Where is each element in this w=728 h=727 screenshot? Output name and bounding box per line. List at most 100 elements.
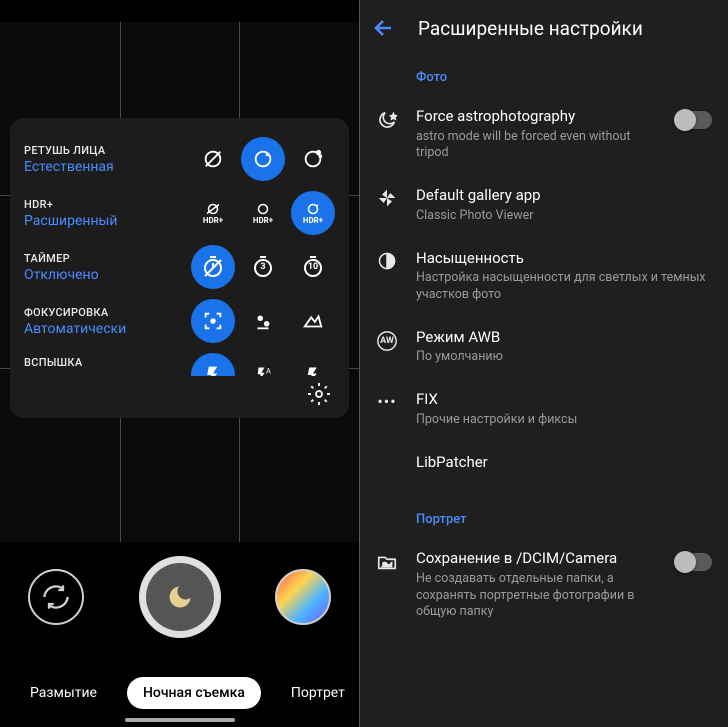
setting-title: РЕТУШЬ ЛИЦА	[24, 144, 144, 157]
shutter-inner	[146, 563, 214, 631]
mode-blur[interactable]: Размытие	[14, 677, 113, 709]
pref-gallery[interactable]: Default gallery app Classic Photo Viewer	[360, 174, 728, 236]
more-dots-icon: •••	[374, 390, 400, 411]
focus-near-icon[interactable]	[241, 299, 285, 343]
focus-far-icon[interactable]	[291, 299, 335, 343]
controls-row	[0, 542, 359, 638]
pref-awb[interactable]: AW Режим AWB По умолчанию	[360, 316, 728, 378]
pref-title: Default gallery app	[416, 186, 712, 206]
timer-10-label: 10	[308, 262, 318, 272]
timer-off-icon[interactable]	[191, 245, 235, 289]
pref-text: Насыщенность Настройка насыщенности для …	[416, 249, 712, 304]
retouch-off-icon[interactable]	[191, 137, 235, 181]
setting-title: ВСПЫШКА	[24, 356, 144, 369]
svg-text:A: A	[266, 367, 271, 376]
setting-value: Автоматически	[24, 321, 144, 337]
pref-libpatcher[interactable]: LibPatcher	[360, 441, 728, 485]
pref-fix[interactable]: ••• FIX Прочие настройки и фиксы	[360, 378, 728, 440]
timer-3s-icon[interactable]: 3	[241, 245, 285, 289]
hdr-label: HDR+	[253, 216, 273, 225]
setting-labels: ФОКУСИРОВКА Автоматически	[24, 306, 144, 337]
timer-10s-icon[interactable]: 10	[291, 245, 335, 289]
pref-title: LibPatcher	[416, 453, 712, 473]
gear-row	[10, 376, 349, 408]
setting-options: 3 10	[144, 245, 335, 289]
settings-header: Расширенные настройки	[360, 0, 728, 56]
setting-hdr: HDR+ Расширенный HDR+ HDR+ HDR+	[10, 186, 349, 240]
dots-text: •••	[377, 392, 396, 411]
flash-auto-icon[interactable]: A	[241, 353, 285, 376]
hdr-label: HDR+	[303, 216, 323, 225]
moon-icon	[166, 583, 194, 611]
setting-labels: ТАЙМЕР Отключено	[24, 252, 144, 283]
pref-sub: Прочие настройки и фиксы	[416, 412, 712, 429]
hdr-on-icon[interactable]: HDR+	[241, 191, 285, 235]
setting-value: Расширенный	[24, 213, 144, 229]
gallery-thumbnail[interactable]	[275, 569, 331, 625]
blank-icon	[374, 453, 400, 455]
camera-modes[interactable]: Размытие Ночная съемка Портрет Ка	[0, 677, 359, 709]
hdr-off-icon[interactable]: HDR+	[191, 191, 235, 235]
home-indicator[interactable]	[125, 718, 235, 722]
pref-sub: astro mode will be forced even without t…	[416, 129, 660, 163]
focus-auto-icon[interactable]	[191, 299, 235, 343]
moon-star-icon	[374, 107, 400, 131]
setting-options	[144, 299, 335, 343]
advanced-settings-screen: Расширенные настройки Фото Force astroph…	[360, 0, 728, 727]
flash-on-icon[interactable]	[291, 353, 335, 376]
camera-bottom-bar: Размытие Ночная съемка Портрет Ка	[0, 542, 359, 727]
setting-title: ФОКУСИРОВКА	[24, 306, 144, 319]
pref-astro[interactable]: Force astrophotography astro mode will b…	[360, 95, 728, 174]
status-bar	[0, 0, 359, 22]
settings-title: Расширенные настройки	[418, 17, 643, 40]
pinwheel-icon	[374, 186, 400, 208]
pref-sub: Не создавать отдельные папки, а сохранят…	[416, 571, 660, 622]
pref-title: FIX	[416, 390, 712, 410]
pref-sub: По умолчанию	[416, 349, 712, 366]
camera-screen: РЕТУШЬ ЛИЦА Естественная HDR+ Расширенны…	[0, 0, 360, 727]
setting-flash: ВСПЫШКА A	[10, 348, 349, 376]
quick-settings-panel: РЕТУШЬ ЛИЦА Естественная HDR+ Расширенны…	[10, 118, 349, 418]
setting-value: Отключено	[24, 267, 144, 283]
shutter-button[interactable]	[139, 556, 221, 638]
pref-sub: Classic Photo Viewer	[416, 208, 712, 225]
settings-gear-icon[interactable]	[307, 382, 331, 406]
pref-title: Сохранение в /DCIM/Camera	[416, 549, 660, 569]
pref-title: Force astrophotography	[416, 107, 660, 127]
setting-labels: ВСПЫШКА	[24, 356, 144, 369]
settings-body[interactable]: Фото Force astrophotography astro mode w…	[360, 56, 728, 633]
setting-labels: РЕТУШЬ ЛИЦА Естественная	[24, 144, 144, 175]
hdr-enhanced-icon[interactable]: HDR+	[291, 191, 335, 235]
pref-sub: Настройка насыщенности для светлых и тем…	[416, 270, 712, 304]
pref-text: Режим AWB По умолчанию	[416, 328, 712, 366]
setting-options: HDR+ HDR+ HDR+	[144, 191, 335, 235]
pref-text: Default gallery app Classic Photo Viewer	[416, 186, 712, 224]
toggle-dcim[interactable]	[676, 553, 712, 571]
setting-options: A	[144, 353, 335, 371]
hdr-label: HDR+	[203, 216, 223, 225]
flash-off-icon[interactable]	[191, 353, 235, 376]
toggle-astro[interactable]	[676, 111, 712, 129]
pref-text: LibPatcher	[416, 453, 712, 473]
mode-portrait[interactable]: Портрет	[275, 677, 359, 709]
retouch-natural-icon[interactable]	[241, 137, 285, 181]
back-arrow-icon[interactable]	[372, 16, 396, 40]
pref-text: FIX Прочие настройки и фиксы	[416, 390, 712, 428]
awb-icon-text: AW	[380, 336, 394, 346]
pref-save-dcim[interactable]: Сохранение в /DCIM/Camera Не создавать о…	[360, 537, 728, 633]
folder-icon	[374, 549, 400, 573]
section-photo: Фото	[360, 60, 728, 95]
setting-title: HDR+	[24, 198, 144, 211]
mode-night[interactable]: Ночная съемка	[127, 677, 261, 709]
pref-saturation[interactable]: Насыщенность Настройка насыщенности для …	[360, 237, 728, 316]
pref-title: Режим AWB	[416, 328, 712, 348]
pref-text: Force astrophotography astro mode will b…	[416, 107, 660, 162]
retouch-soft-icon[interactable]	[291, 137, 335, 181]
setting-title: ТАЙМЕР	[24, 252, 144, 265]
switch-camera-button[interactable]	[28, 569, 84, 625]
setting-face-retouch: РЕТУШЬ ЛИЦА Естественная	[10, 132, 349, 186]
setting-options	[144, 137, 335, 181]
setting-timer: ТАЙМЕР Отключено 3 10	[10, 240, 349, 294]
setting-labels: HDR+ Расширенный	[24, 198, 144, 229]
setting-focus: ФОКУСИРОВКА Автоматически	[10, 294, 349, 348]
